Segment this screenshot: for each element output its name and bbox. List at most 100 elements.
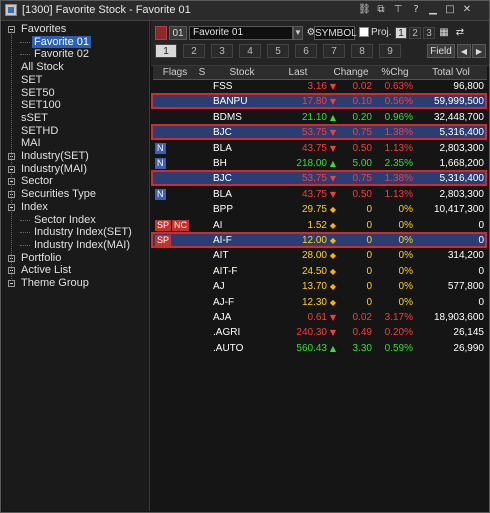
- bottom-page-tab[interactable]: 7: [323, 44, 345, 58]
- tree-item[interactable]: Industry(MAI): [19, 163, 89, 176]
- tree-item[interactable]: Industry(SET): [19, 150, 91, 163]
- table-row[interactable]: BDMS 21.10 ▲ 0.20 0.96% 32,448,700: [153, 111, 487, 124]
- top-page-tab[interactable]: 2: [409, 27, 421, 39]
- proj-checkbox[interactable]: [359, 27, 369, 37]
- table-row[interactable]: FSS 3.16 ▼ 0.02 0.63% 96,800: [153, 80, 487, 93]
- table-row[interactable]: BANPU 17.80 ▼ 0.10 0.56% 59,999,500: [151, 93, 487, 110]
- tree-item-label: SET: [21, 73, 43, 86]
- arrow-left-icon[interactable]: ◀: [457, 44, 471, 58]
- tree-item[interactable]: Favorites: [19, 23, 68, 36]
- bottom-page-tab[interactable]: 4: [239, 44, 261, 58]
- arrow-right-icon[interactable]: ▶: [472, 44, 486, 58]
- flags-cell: N: [155, 188, 195, 201]
- tree-item[interactable]: SET50: [19, 87, 57, 100]
- tree-item[interactable]: Securities Type: [19, 188, 98, 201]
- tree-item[interactable]: MAI: [19, 137, 43, 150]
- bottom-page-tab[interactable]: 1: [155, 44, 177, 58]
- pct-change-cell: 2.35%: [384, 158, 413, 169]
- header-change[interactable]: Change: [327, 66, 375, 79]
- minimize-icon[interactable]: ▁: [427, 4, 439, 16]
- table-row[interactable]: AJ-F 12.30 ◆ 0 0% 0: [153, 296, 487, 309]
- tree-item-label: Theme Group: [21, 277, 89, 289]
- table-row[interactable]: .AGRI 240.30 ▼ 0.49 0.20% 26,145: [153, 326, 487, 339]
- table-row[interactable]: N BLA 43.75 ▼ 0.50 1.13% 2,803,300: [153, 142, 487, 155]
- tree-item[interactable]: All Stock: [19, 61, 66, 74]
- stock-cell: BPP: [213, 204, 234, 216]
- table-row[interactable]: BPP 29.75 ◆ 0 0% 10,417,300: [153, 203, 487, 216]
- grid-icon[interactable]: ▦: [437, 26, 451, 40]
- field-button[interactable]: Field: [427, 44, 455, 58]
- tree-item-label: sSET: [21, 111, 48, 124]
- top-page-tab[interactable]: 1: [395, 27, 407, 39]
- title-bar[interactable]: [1300] Favorite Stock - Favorite 01 ⛓ ⧉ …: [1, 1, 489, 21]
- flag-badge: N: [155, 158, 166, 169]
- help-icon[interactable]: ?: [410, 4, 422, 16]
- tree-item[interactable]: Portfolio: [19, 252, 63, 265]
- tree-item[interactable]: Active List: [19, 264, 73, 277]
- table-row[interactable]: BJC 53.75 ▼ 0.75 1.38% 5,316,400: [151, 124, 487, 141]
- tree-item[interactable]: Sector: [19, 175, 55, 188]
- flags-cell: N: [155, 157, 195, 170]
- tree-item[interactable]: Favorite 02: [32, 48, 91, 61]
- total-vol-cell: 0: [478, 219, 484, 231]
- bottom-page-tab[interactable]: 6: [295, 44, 317, 58]
- last-cell: 1.52: [307, 219, 327, 231]
- header-last[interactable]: Last: [273, 66, 323, 79]
- tree-item[interactable]: SET: [19, 74, 44, 87]
- pct-change-cell: 0%: [398, 281, 413, 293]
- last-cell: 218.00: [296, 158, 327, 169]
- top-page-tab[interactable]: 3: [423, 27, 435, 39]
- tree-item[interactable]: SETHD: [19, 125, 60, 138]
- table-row[interactable]: N BLA 43.75 ▼ 0.50 1.13% 2,803,300: [153, 188, 487, 201]
- swap-icon[interactable]: ⇄: [453, 26, 467, 40]
- header-flags[interactable]: Flags: [155, 66, 195, 79]
- tree-connector: [20, 244, 30, 246]
- last-cell: 21.10: [301, 111, 327, 123]
- tree-item[interactable]: sSET: [19, 112, 50, 125]
- favorite-color-icon[interactable]: [155, 26, 167, 40]
- stock-cell: BLA: [213, 142, 232, 154]
- bottom-page-tab[interactable]: 3: [211, 44, 233, 58]
- expander-icon[interactable]: [8, 280, 15, 287]
- favorite-combo[interactable]: Favorite 01: [189, 26, 293, 40]
- tree-item[interactable]: Theme Group: [19, 277, 91, 290]
- symbol-field[interactable]: SYMBOL: [314, 26, 357, 40]
- bottom-page-tab[interactable]: 9: [379, 44, 401, 58]
- tree-item[interactable]: Industry Index(MAI): [32, 239, 132, 252]
- tree-item[interactable]: Sector Index: [32, 214, 98, 227]
- chevron-down-icon[interactable]: ▼: [293, 26, 303, 40]
- favorite-number[interactable]: 01: [169, 26, 187, 40]
- table-row[interactable]: SP AI-F 12.00 ◆ 0 0% 0: [151, 232, 487, 248]
- link-icon[interactable]: ⛓: [358, 4, 371, 16]
- table-row[interactable]: BJC 53.75 ▼ 0.75 1.38% 5,316,400: [151, 170, 487, 187]
- stock-cell: BLA: [213, 188, 232, 200]
- popout-icon[interactable]: ⧉: [375, 4, 387, 16]
- header-stock[interactable]: Stock: [211, 66, 273, 79]
- tree-item[interactable]: Industry Index(SET): [32, 226, 134, 239]
- pin-icon[interactable]: ⊤: [392, 4, 404, 16]
- bottom-page-tab[interactable]: 2: [183, 44, 205, 58]
- close-icon[interactable]: ✕: [461, 4, 473, 16]
- last-cell: 28.00: [301, 250, 327, 262]
- tree-item-label: Sector Index: [34, 213, 96, 226]
- tree-item-label: Portfolio: [21, 251, 62, 264]
- tree-item-label: Industry(MAI): [21, 162, 88, 175]
- header-s[interactable]: S: [195, 66, 209, 79]
- maximize-icon[interactable]: □: [444, 4, 456, 16]
- table-row[interactable]: AIT 28.00 ◆ 0 0% 314,200: [153, 249, 487, 262]
- tree-item[interactable]: Favorite 01: [32, 35, 92, 49]
- table-row[interactable]: SP NC AI 1.52 ◆ 0 0% 0: [153, 219, 487, 232]
- table-row[interactable]: N BH 218.00 ▲ 5.00 2.35% 1,668,200: [153, 157, 487, 170]
- header-pct-chg[interactable]: %Chg: [375, 66, 415, 79]
- table-row[interactable]: .AUTO 560.43 ▲ 3.30 0.59% 26,990: [153, 342, 487, 355]
- table-row[interactable]: AJ 13.70 ◆ 0 0% 577,800: [153, 280, 487, 293]
- table-row[interactable]: AIT-F 24.50 ◆ 0 0% 0: [153, 265, 487, 278]
- header-total-vol[interactable]: Total Vol: [417, 66, 485, 79]
- last-cell: 43.75: [301, 188, 327, 200]
- tree-item[interactable]: SET100: [19, 99, 63, 112]
- bottom-page-tab[interactable]: 5: [267, 44, 289, 58]
- tree-item[interactable]: Index: [19, 201, 50, 214]
- bottom-page-tab[interactable]: 8: [351, 44, 373, 58]
- stock-cell: AIT: [213, 250, 229, 262]
- table-row[interactable]: AJA 0.61 ▼ 0.02 3.17% 18,903,600: [153, 311, 487, 324]
